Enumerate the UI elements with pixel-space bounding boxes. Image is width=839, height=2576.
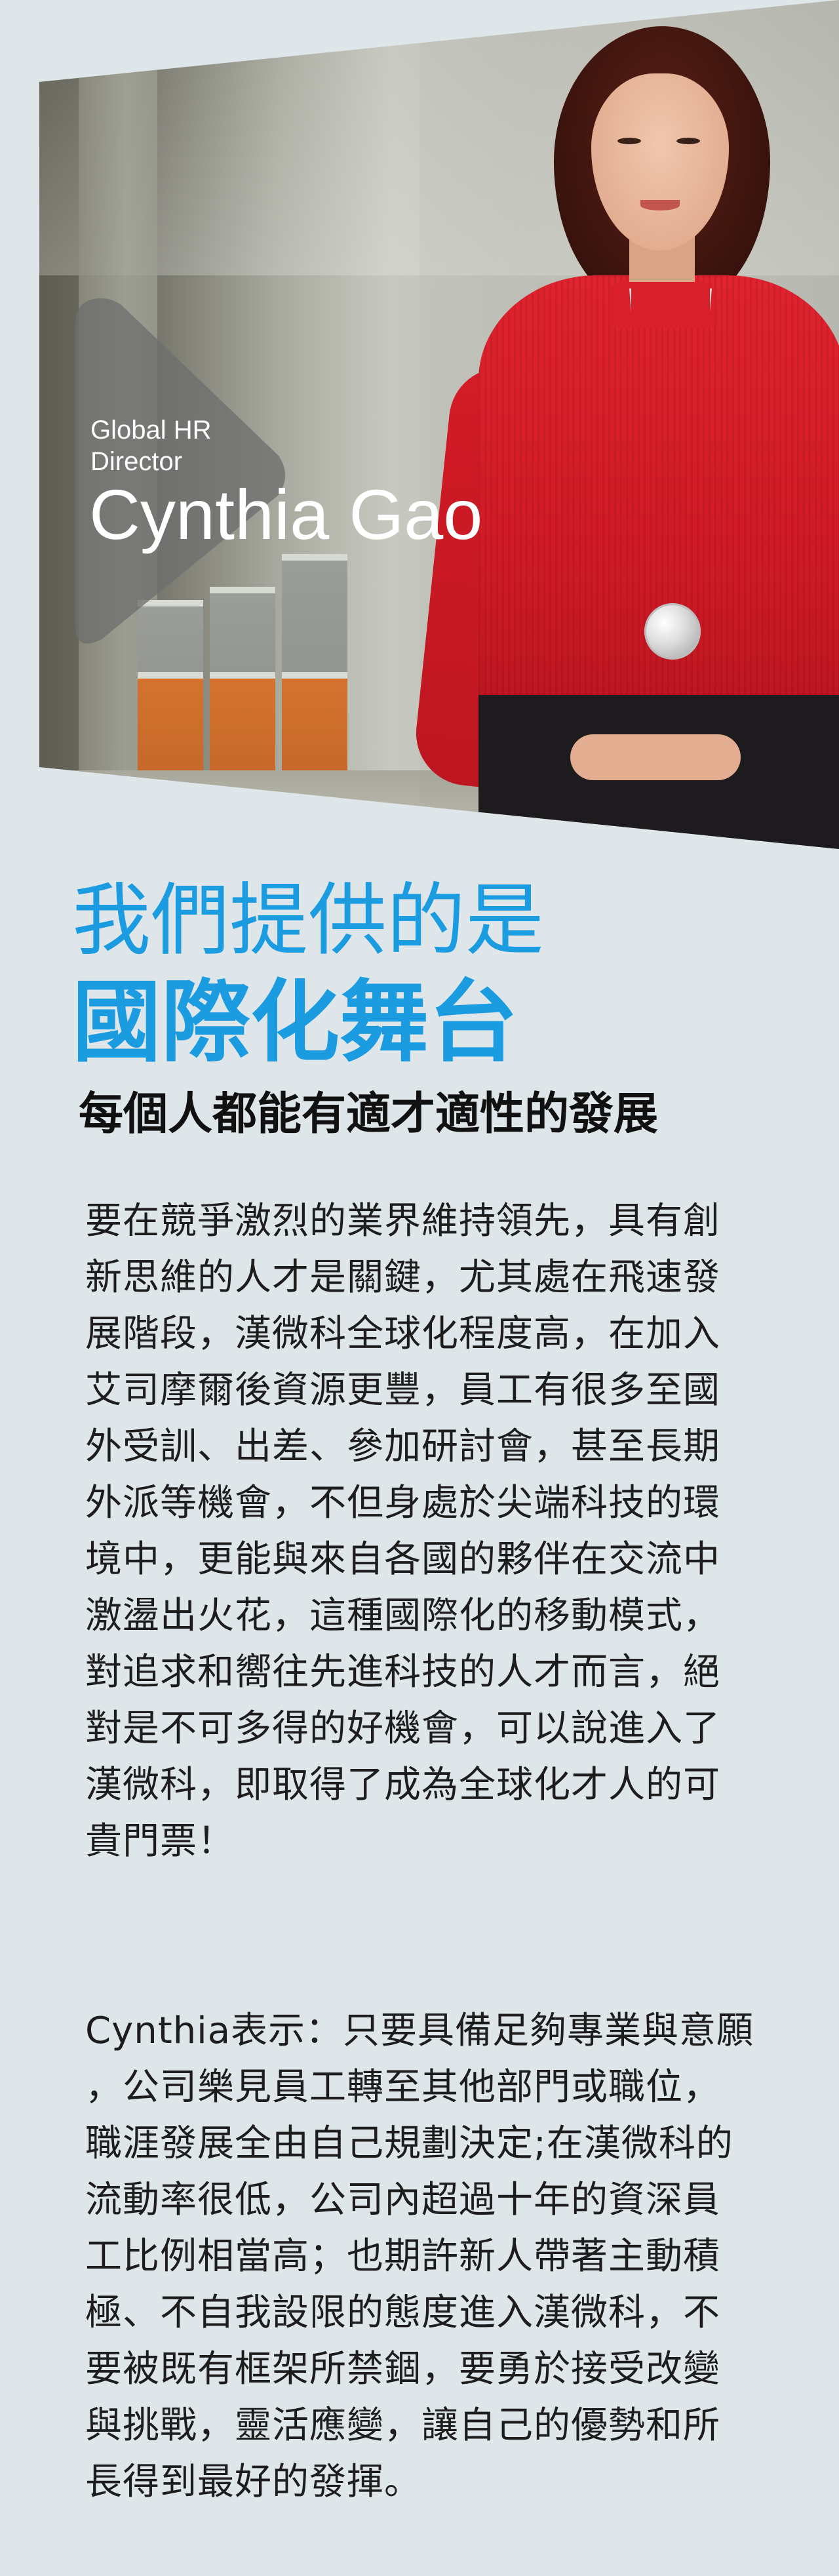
article-page: Global HR Director Cynthia Gao 我們提供的是 國際… [0,0,839,2576]
paragraph-line: 職涯發展全由自己規劃決定;在漢微科的 [85,2122,733,2165]
paragraph-line: 要在競爭激烈的業界維持領先，具有創 [85,1200,720,1242]
paragraph-line: 展階段，漢微科全球化程度高，在加入 [85,1313,720,1355]
profile-name: Cynthia Gao [89,475,483,554]
paragraph-line: 新思維的人才是關鍵，尤其處在飛速發 [85,1256,720,1299]
paragraph-line: 境中，更能與來自各國的夥伴在交流中 [85,1538,720,1581]
profile-role: Global HR Director [90,416,212,476]
portrait-lips [640,200,680,210]
paragraph-line: Cynthia表示：只要具備足夠專業與意願 [85,2010,754,2052]
paragraph-line: 激盪出火花，這種國際化的移動模式， [85,1595,720,1637]
paragraph-line: 長得到最好的發揮。 [85,2461,421,2503]
paragraph-line: 外受訓、出差、參加研討會，甚至長期 [85,1425,720,1468]
portrait-hands [570,734,741,780]
subheadline: 每個人都能有適才適性的發展 [79,1088,659,1140]
paragraph-line: 對追求和嚮往先進科技的人才而言，絕 [85,1651,720,1694]
portrait-eye [676,138,700,144]
portrait-eye [617,138,641,144]
necklace-pendant [644,603,701,660]
paragraph-line: 極、不自我設限的態度進入漢微科，不 [85,2291,720,2334]
body-paragraph-2: Cynthia表示：只要具備足夠專業與意願 ，公司樂見員工轉至其他部門或職位， … [85,2003,773,2510]
cubicle-panel-orange [138,672,203,777]
paragraph-line: 要被既有框架所禁錮，要勇於接受改變 [85,2348,720,2390]
headline-bold: 國際化舞台 [72,971,518,1075]
paragraph-line: 貴門票！ [85,1820,235,1863]
portrait-person [406,26,839,849]
body-paragraph-1: 要在競爭激烈的業界維持領先，具有創 新思維的人才是關鍵，尤其處在飛速發 展階段，… [85,1193,773,1870]
paragraph-line: 艾司摩爾後資源更豐，員工有很多至國 [85,1369,720,1412]
paragraph-line: 與挑戰，靈活應變，讓自己的優勢和所 [85,2404,720,2447]
paragraph-line: 對是不可多得的好機會，可以說進入了 [85,1707,720,1750]
paragraph-line: 外派等機會，不但身處於尖端科技的環 [85,1482,720,1524]
paragraph-line: 漢微科，即取得了成為全球化才人的可 [85,1764,720,1806]
paragraph-line: ，公司樂見員工轉至其他部門或職位， [85,2066,720,2109]
cubicle-panel-orange [282,672,347,777]
paragraph-line: 工比例相當高；也期許新人帶著主動積 [85,2235,720,2278]
headline-light: 我們提供的是 [72,875,544,966]
cubicle-panel-orange [210,672,275,777]
paragraph-line: 流動率很低，公司內超過十年的資深員 [85,2179,720,2221]
